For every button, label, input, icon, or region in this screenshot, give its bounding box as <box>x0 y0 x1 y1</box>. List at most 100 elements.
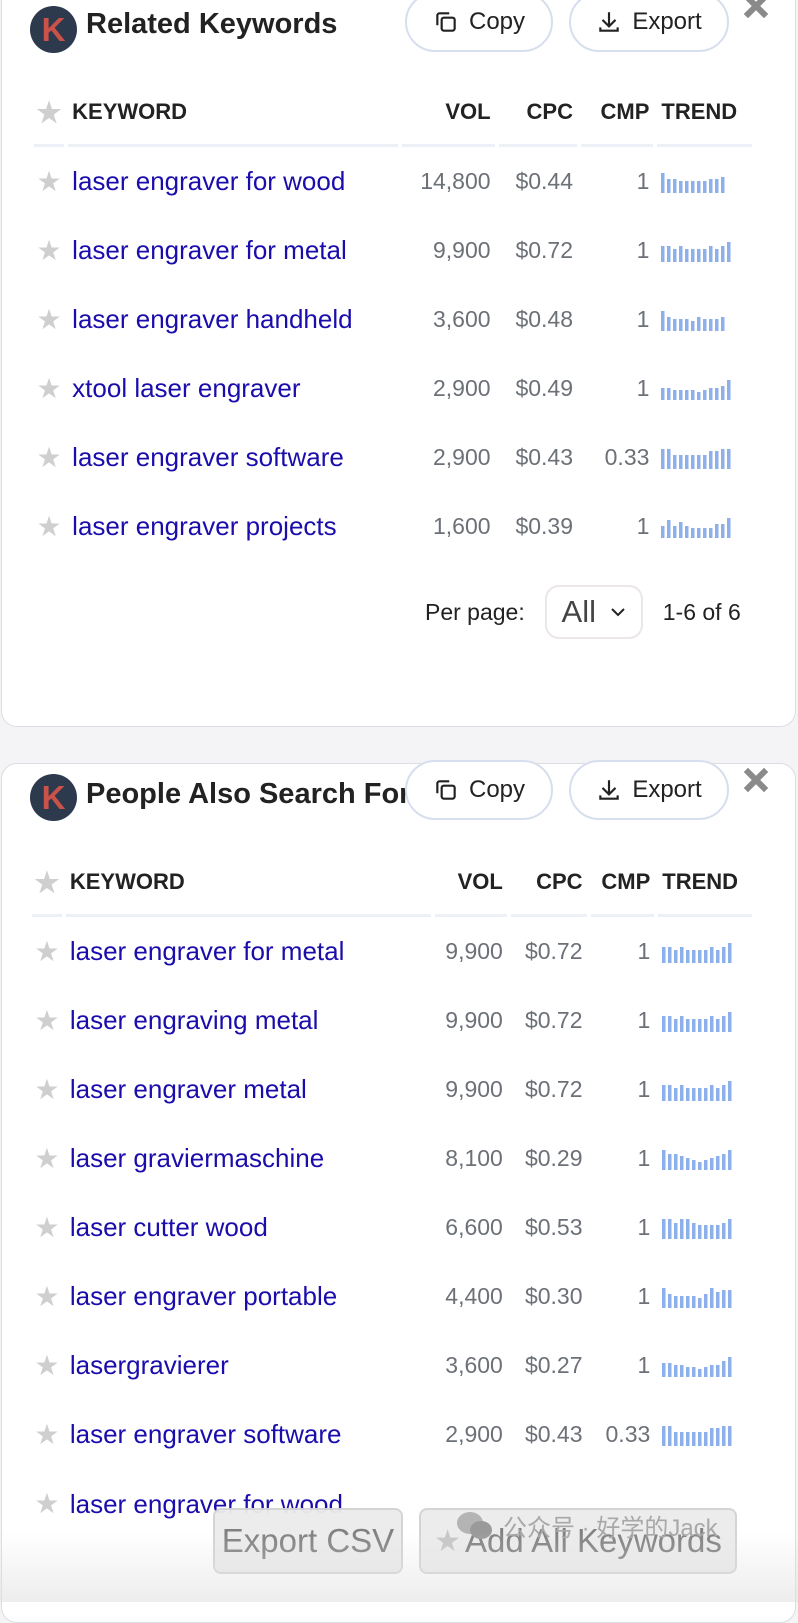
favorite-star[interactable]: ★ <box>34 354 64 423</box>
close-icon[interactable] <box>744 768 768 792</box>
star-icon: ★ <box>36 235 62 266</box>
trend-sparkline[interactable] <box>662 1217 748 1239</box>
column-trend: TREND <box>657 80 752 147</box>
competition-cell: 1 <box>636 237 650 263</box>
favorite-star[interactable]: ★ <box>34 216 64 285</box>
trend-bar <box>728 1149 733 1170</box>
trend-bar <box>674 1153 679 1170</box>
trend-bar <box>692 1366 697 1377</box>
keyword-link[interactable]: laser engraver for metal <box>66 917 431 986</box>
trend-cell <box>657 423 752 492</box>
column-keyword[interactable]: KEYWORD <box>65 850 432 917</box>
favorite-star[interactable]: ★ <box>32 1400 62 1469</box>
keyword-link[interactable]: lasergravierer <box>66 1331 431 1400</box>
trend-bar <box>661 172 666 193</box>
trend-sparkline[interactable] <box>662 1286 748 1308</box>
favorite-star[interactable]: ★ <box>32 986 62 1055</box>
trend-sparkline[interactable] <box>661 516 748 538</box>
competition-cell: 0.33 <box>605 1421 651 1447</box>
keyword-link[interactable]: laser engraver for wood <box>68 147 398 216</box>
star-icon: ★ <box>34 1488 60 1519</box>
trend-bar <box>691 248 696 262</box>
table-row: ★ laser engraver portable 4,400 $0.30 1 <box>32 1262 752 1331</box>
keyword-link[interactable]: laser cutter wood <box>66 1193 431 1262</box>
export-csv-button[interactable]: Export CSV <box>213 1508 403 1574</box>
keyword-link[interactable]: laser engraver software <box>68 423 398 492</box>
favorite-star[interactable]: ★ <box>32 1469 62 1538</box>
keyword-link[interactable]: laser engraving metal <box>66 986 431 1055</box>
export-button[interactable]: Export <box>569 0 729 52</box>
trend-bar <box>715 178 720 193</box>
keyword-link[interactable]: laser engraver handheld <box>68 285 398 354</box>
trend-cell <box>657 354 752 423</box>
favorite-star[interactable]: ★ <box>34 423 64 492</box>
trend-bar <box>721 448 726 469</box>
trend-sparkline[interactable] <box>662 1079 748 1101</box>
export-button[interactable]: Export <box>569 760 729 820</box>
table-row: ★ laser engraver for metal 9,900 $0.72 1 <box>34 216 752 285</box>
trend-bar <box>680 1015 685 1032</box>
cpc-cell: $0.72 <box>524 1076 583 1102</box>
copy-button[interactable]: Copy <box>405 760 553 820</box>
trend-sparkline[interactable] <box>661 240 748 262</box>
favorite-star[interactable]: ★ <box>32 1262 62 1331</box>
trend-bar <box>668 1015 673 1032</box>
column-keyword[interactable]: KEYWORD <box>68 80 399 147</box>
favorite-star[interactable]: ★ <box>32 1331 62 1400</box>
per-page-select[interactable]: All <box>544 585 643 639</box>
trend-bar <box>697 527 702 538</box>
trend-sparkline[interactable] <box>661 378 748 400</box>
trend-bar <box>680 1364 685 1377</box>
trend-bar <box>728 1218 733 1239</box>
favorite-star[interactable]: ★ <box>32 1055 62 1124</box>
column-cmp[interactable]: CMP <box>581 80 654 147</box>
trend-bar <box>679 180 684 193</box>
trend-sparkline[interactable] <box>661 447 748 469</box>
chevron-down-icon <box>611 608 625 617</box>
column-vol[interactable]: VOL <box>402 80 495 147</box>
trend-sparkline[interactable] <box>661 309 748 331</box>
trend-bar <box>698 1297 703 1308</box>
select-all-star[interactable]: ★ <box>32 850 62 917</box>
column-vol[interactable]: VOL <box>435 850 507 917</box>
keyword-link[interactable]: xtool laser engraver <box>68 354 398 423</box>
trend-sparkline[interactable] <box>662 1010 748 1032</box>
trend-bar <box>667 519 672 538</box>
competition-cell: 0.33 <box>604 444 650 470</box>
trend-sparkline[interactable] <box>662 1355 748 1377</box>
trend-bar <box>704 1159 709 1170</box>
star-icon: ★ <box>34 866 60 898</box>
favorite-star[interactable]: ★ <box>32 917 62 986</box>
keyword-link[interactable]: laser engraver software <box>66 1400 431 1469</box>
trend-sparkline[interactable] <box>662 1148 748 1170</box>
column-cmp[interactable]: CMP <box>590 850 655 917</box>
keyword-link[interactable]: laser graviermaschine <box>66 1124 431 1193</box>
trend-bar <box>668 1153 673 1170</box>
download-icon <box>599 780 620 800</box>
column-cpc[interactable]: CPC <box>510 850 587 917</box>
favorite-star[interactable]: ★ <box>34 147 64 216</box>
keyword-link[interactable]: laser engraver projects <box>68 492 398 561</box>
competition-cell: 1 <box>637 1076 651 1102</box>
column-cpc[interactable]: CPC <box>498 80 577 147</box>
copy-button[interactable]: Copy <box>405 0 553 52</box>
star-icon: ★ <box>34 1074 60 1105</box>
keyword-link[interactable]: laser engraver portable <box>66 1262 431 1331</box>
select-all-star[interactable]: ★ <box>34 80 65 147</box>
favorite-star[interactable]: ★ <box>32 1124 62 1193</box>
close-icon[interactable] <box>744 0 768 18</box>
trend-cell <box>658 986 752 1055</box>
trend-bar <box>722 1425 727 1446</box>
trend-sparkline[interactable] <box>662 941 748 963</box>
trend-bar <box>710 1224 715 1239</box>
table-row: ★ laser engraver software 2,900 $0.43 0.33 <box>32 1400 752 1469</box>
trend-bar <box>692 1087 697 1101</box>
favorite-star[interactable]: ★ <box>34 285 64 354</box>
keyword-link[interactable]: laser engraver for metal <box>68 216 398 285</box>
trend-sparkline[interactable] <box>662 1424 748 1446</box>
star-icon: ★ <box>34 1281 60 1312</box>
trend-sparkline[interactable] <box>661 171 748 193</box>
favorite-star[interactable]: ★ <box>32 1193 62 1262</box>
favorite-star[interactable]: ★ <box>34 492 64 561</box>
keyword-link[interactable]: laser engraver metal <box>66 1055 431 1124</box>
